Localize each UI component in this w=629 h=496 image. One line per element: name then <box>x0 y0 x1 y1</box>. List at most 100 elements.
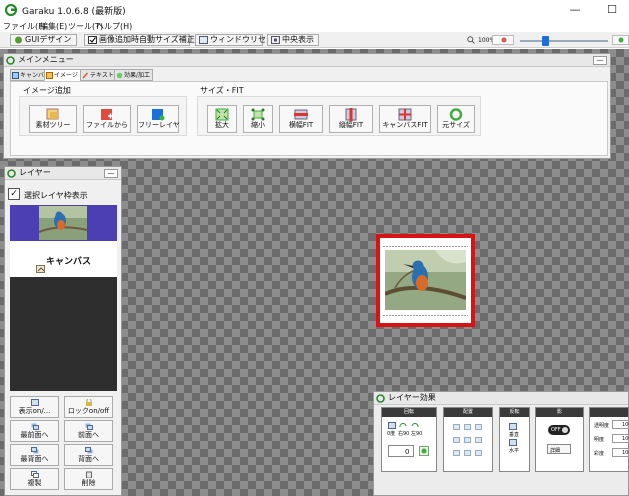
zoom-out-icon <box>501 37 507 43</box>
send-backward-button[interactable]: 背面へ <box>64 444 113 466</box>
magnifier-icon <box>467 36 475 44</box>
tab-text-label: テキスト <box>90 72 114 79</box>
align-middle-right-button[interactable] <box>475 437 482 443</box>
opacity-label: 透明度 <box>594 423 610 429</box>
tab-effects[interactable]: 効果/加工 <box>114 69 154 81</box>
layer-panel-header[interactable]: レイヤー — <box>5 167 121 180</box>
menu-edit[interactable]: 編集(E) <box>40 21 67 32</box>
rotate-angle-value: 0 <box>405 448 410 456</box>
delete-button[interactable]: 削除 <box>64 468 113 490</box>
send-backward-icon <box>84 447 92 454</box>
free-layer-button[interactable]: フリーレイヤ <box>137 105 180 133</box>
shadow-toggle-label: OFF <box>551 427 561 433</box>
shadow-section-title: 影 <box>536 408 583 417</box>
opacity-value: 100 <box>622 422 629 428</box>
effect-panel-header[interactable]: レイヤー効果 <box>374 392 628 405</box>
rotate-left-label: 左90 <box>411 431 423 437</box>
rotate-0-icon[interactable] <box>388 422 396 429</box>
shadow-section: 影 <box>535 407 584 472</box>
rotate-right-icon[interactable] <box>399 422 407 429</box>
shrink-label: 縮小 <box>251 121 265 129</box>
shadow-detail-label: 詳細 <box>550 448 561 454</box>
canvas-layer-name: キャンバス <box>46 257 92 267</box>
bring-to-front-button[interactable]: 最前面へ <box>10 420 59 442</box>
send-to-back-button[interactable]: 最背面へ <box>10 444 59 466</box>
rotate-right-label: 右90 <box>398 431 410 437</box>
show-frame-label: 選択レイヤ枠表示 <box>24 191 88 200</box>
menu-help[interactable]: ヘルプ(H) <box>96 21 132 32</box>
image-layer-item[interactable] <box>10 205 117 241</box>
window-reset-button[interactable]: ウィンドウリセット <box>195 34 282 46</box>
zoom-slider-track[interactable] <box>520 40 608 42</box>
enlarge-button[interactable]: 拡大 <box>207 105 237 133</box>
width-fit-button[interactable]: 横幅FIT <box>279 105 323 133</box>
zoom-slider-thumb[interactable] <box>542 36 549 46</box>
tab-text[interactable]: テキスト <box>80 69 117 81</box>
bring-forward-button[interactable]: 前面へ <box>64 420 113 442</box>
canvas-tab-icon <box>12 72 19 79</box>
toggle-lock-button[interactable]: ロックon/off <box>64 396 113 418</box>
saturation-label: 彩度 <box>594 451 605 457</box>
rotate-section-title: 回転 <box>382 408 436 417</box>
shadow-detail-button[interactable]: 詳細 <box>547 444 571 454</box>
align-bottom-right-button[interactable] <box>475 450 482 456</box>
saturation-value: 100 <box>622 450 629 456</box>
align-section-title: 配置 <box>444 408 492 417</box>
apply-rotate-icon[interactable] <box>419 446 429 456</box>
center-display-button[interactable]: 中央表示 <box>267 34 319 46</box>
gui-design-button[interactable]: GUIデザイン <box>10 34 77 46</box>
selection-frame <box>376 234 475 327</box>
duplicate-button[interactable]: 複製 <box>10 468 59 490</box>
menu-bar: ファイル(F) 編集(E) ツール(T) ヘルプ(H) <box>0 20 629 32</box>
saturation-input[interactable]: 100 <box>612 448 629 457</box>
flip-horizontal-icon[interactable] <box>509 439 517 446</box>
layer-panel-title: レイヤー <box>19 168 51 177</box>
align-top-left-button[interactable] <box>453 424 460 430</box>
height-fit-button[interactable]: 縦幅FIT <box>329 105 373 133</box>
from-file-button[interactable]: ファイルから <box>83 105 131 133</box>
flip-horizontal-label: 水平 <box>509 448 520 454</box>
rotate-angle-input[interactable]: 0 <box>388 445 414 457</box>
opacity-input[interactable]: 100 <box>612 420 629 429</box>
tab-image[interactable]: イメージ <box>44 69 81 81</box>
canvas-fit-label: キャンバスFIT <box>382 121 428 129</box>
bring-to-front-icon <box>31 423 39 430</box>
align-bottom-left-button[interactable] <box>453 450 460 456</box>
window-reset-icon <box>199 36 208 44</box>
maximize-button[interactable]: ☐ <box>597 0 627 20</box>
canvas-fit-button[interactable]: キャンバスFIT <box>379 105 431 133</box>
garaku-logo-icon <box>6 56 15 65</box>
align-top-center-button[interactable] <box>464 424 471 430</box>
send-to-back-label: 最背面へ <box>20 455 49 463</box>
minimize-button[interactable]: — <box>560 0 590 20</box>
auto-size-checkbox[interactable]: 画像追加時自動サイズ補正 <box>84 34 195 46</box>
zoom-out-button[interactable] <box>492 35 514 45</box>
zoom-in-button[interactable] <box>612 35 629 45</box>
original-size-label: 元サイズ <box>442 121 470 129</box>
brightness-input[interactable]: 100 <box>612 434 629 443</box>
panel-minimize-button[interactable]: — <box>593 56 607 65</box>
align-middle-center-button[interactable] <box>464 437 471 443</box>
tab-image-label: イメージ <box>54 72 78 79</box>
main-menu-header[interactable]: メインメニュー — <box>4 54 610 67</box>
shrink-button[interactable]: 縮小 <box>243 105 273 133</box>
garaku-logo-icon <box>5 4 17 16</box>
visibility-icon <box>30 399 39 406</box>
align-bottom-center-button[interactable] <box>464 450 471 456</box>
panel-minimize-button[interactable]: — <box>104 169 118 178</box>
canvas-layer-icon <box>36 265 45 273</box>
free-layer-label: フリーレイヤ <box>138 121 180 129</box>
show-frame-checkbox[interactable]: ✓ <box>8 188 20 200</box>
flip-vertical-icon[interactable] <box>509 423 517 430</box>
shadow-toggle[interactable]: OFF <box>548 425 570 435</box>
align-top-right-button[interactable] <box>475 424 482 430</box>
text-tab-icon <box>82 72 89 79</box>
bird-thumbnail <box>39 206 87 240</box>
effect-panel-title: レイヤー効果 <box>388 393 436 402</box>
toggle-visibility-button[interactable]: 表示on/... <box>10 396 59 418</box>
align-middle-left-button[interactable] <box>453 437 460 443</box>
original-size-button[interactable]: 元サイズ <box>437 105 475 133</box>
rotate-left-icon[interactable] <box>411 422 419 429</box>
material-tree-button[interactable]: 素材ツリー <box>29 105 77 133</box>
lock-icon <box>85 399 92 406</box>
